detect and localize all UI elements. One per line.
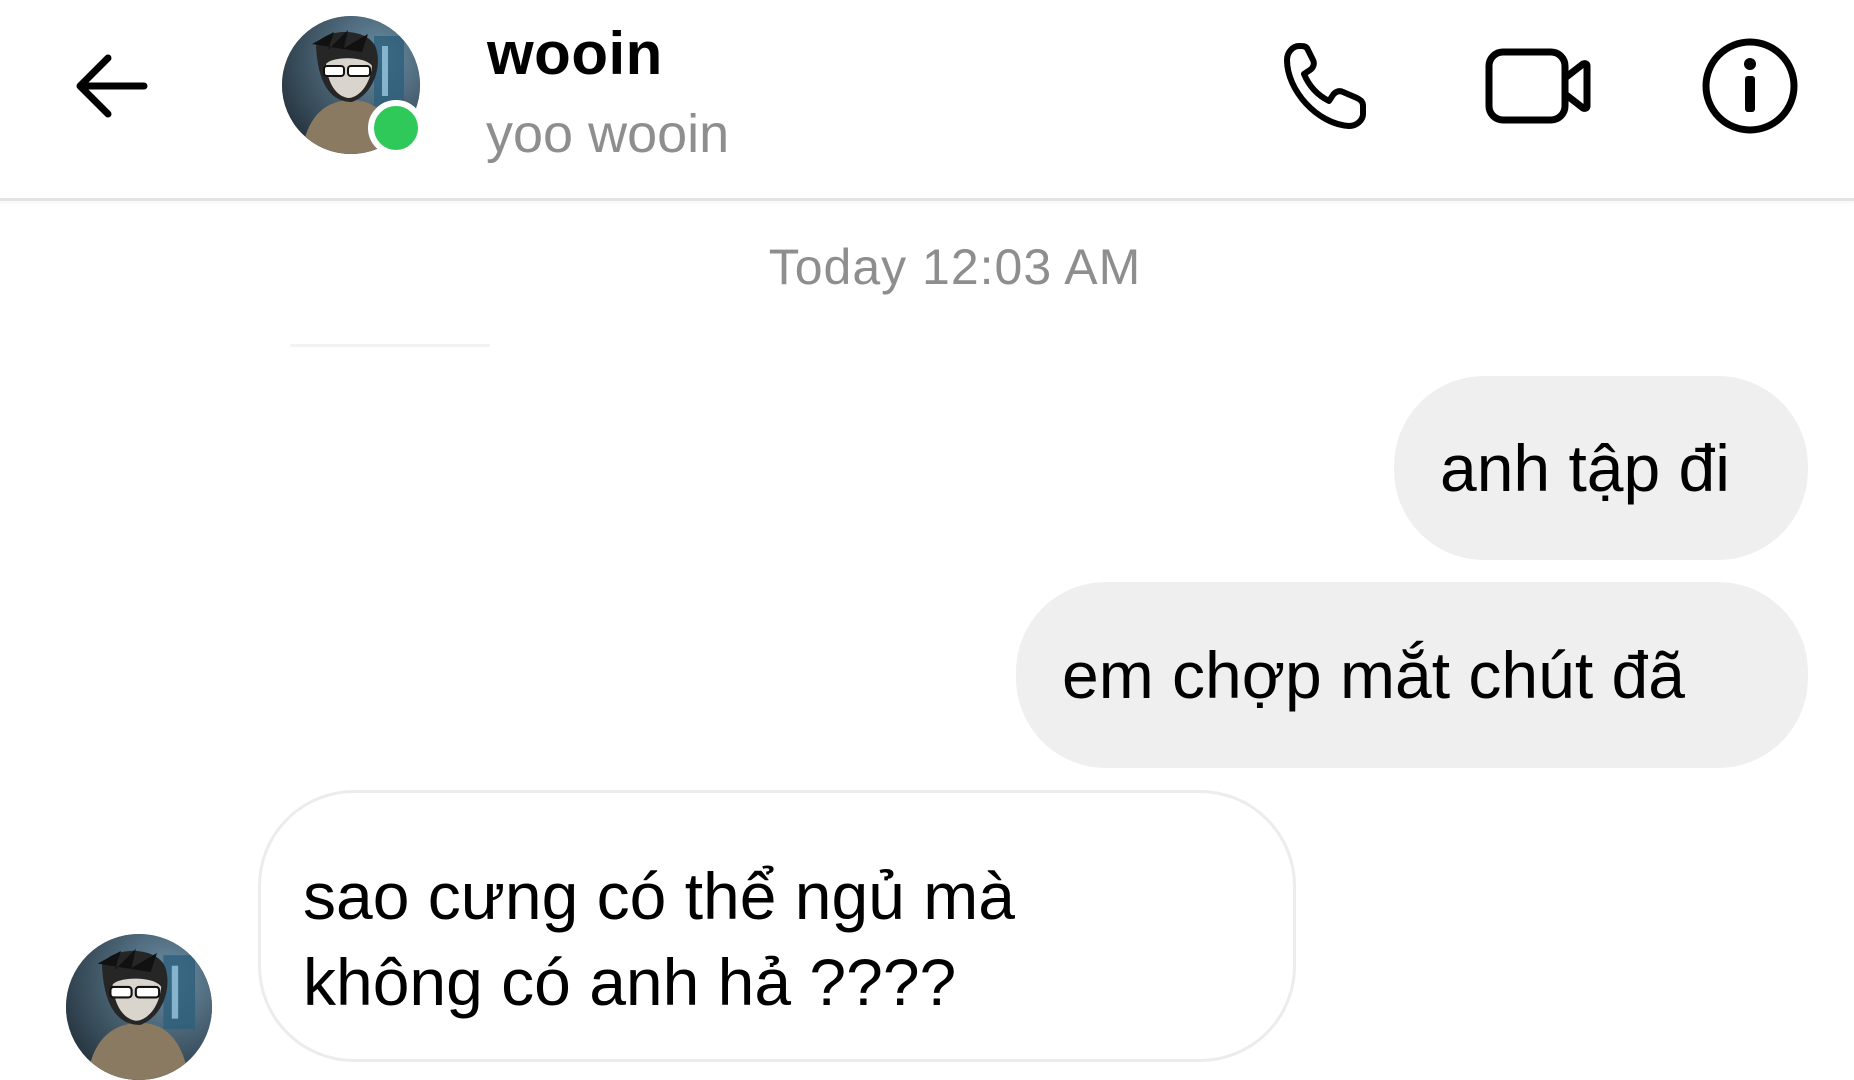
message-text-line: không có anh hả ???? — [303, 945, 957, 1019]
message-text: em chợp mắt chút đã — [1062, 638, 1685, 712]
message-text: anh tập đi — [1440, 431, 1730, 505]
sender-avatar[interactable] — [66, 934, 212, 1080]
contact-subtitle: yoo wooin — [486, 104, 730, 164]
message-timestamp: Today 12:03 AM — [768, 239, 1142, 295]
contact-avatar[interactable] — [282, 16, 424, 156]
arrow-left-icon — [76, 54, 148, 118]
chat-header: wooin yoo wooin — [0, 0, 1854, 201]
divider — [290, 344, 490, 347]
info-icon — [1702, 38, 1798, 134]
message-text-line: sao cưng có thể ngủ mà — [303, 859, 1015, 933]
sent-message-bubble[interactable]: anh tập đi — [1394, 376, 1808, 560]
video-call-button[interactable] — [1480, 28, 1596, 144]
online-status-indicator — [368, 100, 424, 156]
sent-message-bubble[interactable]: em chợp mắt chút đã — [1016, 582, 1808, 768]
conversation-info-button[interactable] — [1692, 28, 1808, 144]
contact-name[interactable]: wooin — [487, 18, 663, 90]
phone-icon — [1284, 43, 1366, 129]
video-camera-icon — [1485, 48, 1591, 124]
back-button[interactable] — [62, 36, 162, 136]
received-message-bubble[interactable]: sao cưng có thể ngủ mà không có anh hả ?… — [258, 790, 1296, 1062]
voice-call-button[interactable] — [1266, 28, 1382, 144]
